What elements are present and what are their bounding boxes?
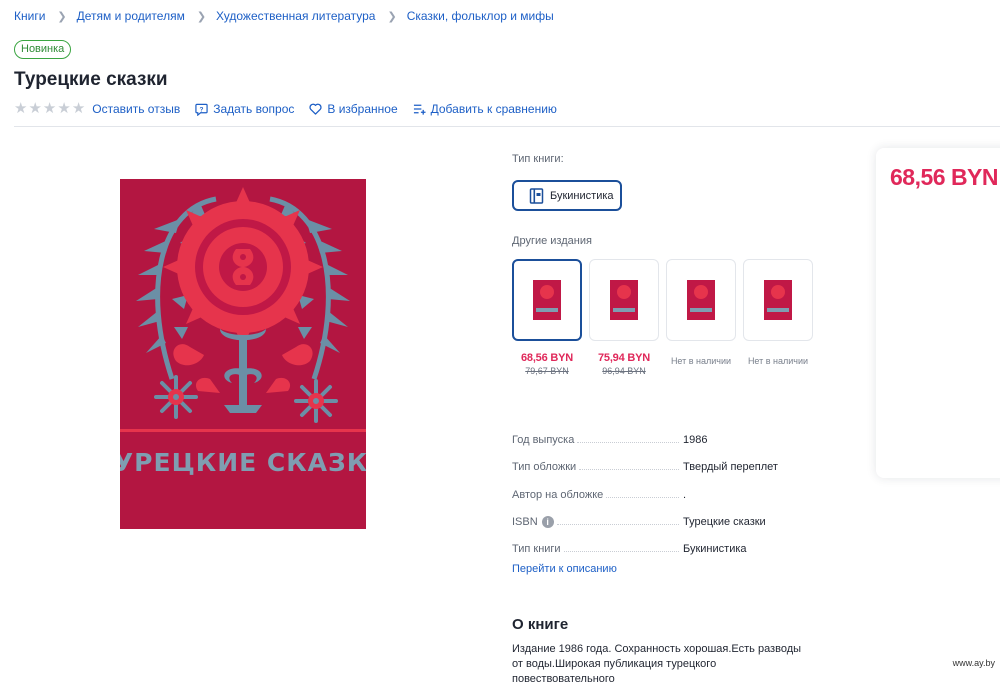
product-actions: ★ ★ ★ ★ ★ Оставить отзыв ? Задать вопрос… bbox=[14, 101, 572, 117]
leave-review-link[interactable]: Оставить отзыв bbox=[92, 102, 180, 116]
edition-cover-icon bbox=[533, 280, 561, 320]
edition-price: 75,94 BYN bbox=[597, 352, 650, 364]
info-icon[interactable]: i bbox=[541, 515, 554, 528]
edition-cover-icon bbox=[610, 280, 638, 320]
spec-row: Год выпуска 1986 bbox=[512, 419, 842, 446]
ask-question-link[interactable]: ? Задать вопрос bbox=[195, 102, 294, 116]
other-editions-label: Другие издания bbox=[512, 235, 592, 247]
current-price: 68,56 BYN bbox=[890, 164, 999, 190]
price-panel: 68,56 BYN bbox=[876, 148, 1000, 478]
compare-icon bbox=[413, 104, 426, 115]
spec-label: Автор на обложке bbox=[512, 488, 604, 501]
watermark: www.ay.by bbox=[952, 658, 995, 668]
spec-value: . bbox=[683, 488, 687, 501]
star-icon: ★ bbox=[14, 100, 28, 117]
spec-label: Год выпуска bbox=[512, 434, 575, 447]
edition-price: 68,56 BYN bbox=[520, 352, 573, 364]
snowflake-ornament bbox=[154, 375, 198, 419]
edition-item[interactable]: 68,56 BYN 79,67 BYN bbox=[512, 259, 582, 376]
new-badge: Новинка bbox=[14, 40, 72, 59]
heart-icon bbox=[309, 103, 322, 115]
star-icon: ★ bbox=[71, 100, 86, 117]
about-book-text: Издание 1986 года. Сохранность хорошая.Е… bbox=[512, 643, 802, 685]
spec-value: 1986 bbox=[683, 434, 708, 447]
edition-item[interactable]: Нет в наличии bbox=[666, 259, 736, 376]
edition-thumbnail[interactable] bbox=[589, 259, 659, 341]
spec-value: Букинистика bbox=[683, 542, 747, 555]
add-to-compare-link[interactable]: Добавить к сравнению bbox=[413, 102, 557, 116]
add-to-compare-label: Добавить к сравнению bbox=[430, 102, 557, 116]
spec-value: Твердый переплет bbox=[683, 461, 778, 474]
star-icon: ★ bbox=[42, 100, 57, 117]
cover-rosette bbox=[163, 187, 323, 347]
page-title: Турецкие сказки bbox=[14, 69, 168, 90]
book-type-option-label: Букинистика bbox=[550, 189, 614, 202]
chevron-right-icon: ❯ bbox=[387, 10, 397, 23]
add-to-favorites-link[interactable]: В избранное bbox=[309, 102, 398, 116]
spec-label: ISBN bbox=[512, 515, 538, 528]
rating-stars[interactable]: ★ ★ ★ ★ ★ bbox=[14, 101, 85, 117]
breadcrumb-item-kids[interactable]: Детям и родителям bbox=[77, 9, 185, 23]
edition-item[interactable]: Нет в наличии bbox=[743, 259, 813, 376]
edition-old-price: 79,67 BYN bbox=[525, 366, 569, 376]
book-cover-image[interactable]: ТУРЕЦКИЕ СКАЗКИ bbox=[120, 179, 366, 529]
chevron-right-icon: ❯ bbox=[57, 10, 67, 23]
breadcrumb-item-tales[interactable]: Сказки, фольклор и мифы bbox=[407, 9, 554, 23]
spec-row: Тип книги Букинистика bbox=[512, 528, 842, 555]
edition-old-price: 96,94 BYN bbox=[602, 366, 646, 376]
breadcrumb-item-fiction[interactable]: Художественная литература bbox=[216, 9, 375, 23]
svg-text:?: ? bbox=[200, 106, 204, 113]
divider bbox=[14, 126, 1000, 127]
snowflake-ornament bbox=[294, 379, 338, 423]
specs-table: Год выпуска 1986 Тип обложки Твердый пер… bbox=[512, 419, 842, 555]
ask-question-label: Задать вопрос bbox=[213, 102, 295, 116]
spec-label: Тип обложки bbox=[512, 461, 577, 474]
edition-cover-icon bbox=[764, 280, 792, 320]
spec-row: Тип обложки Твердый переплет bbox=[512, 446, 842, 473]
spec-row: ISBN i Турецкие сказки bbox=[512, 501, 842, 528]
star-icon: ★ bbox=[57, 100, 71, 117]
spec-label: Тип книги bbox=[512, 542, 561, 555]
chevron-right-icon: ❯ bbox=[196, 10, 207, 23]
edition-status: Нет в наличии bbox=[670, 356, 732, 366]
go-to-description-link[interactable]: Перейти к описанию bbox=[512, 563, 617, 575]
spec-value: Турецкие сказки bbox=[683, 515, 766, 528]
edition-thumbnail[interactable] bbox=[743, 259, 813, 341]
other-editions-list: 68,56 BYN 79,67 BYN 75,94 BYN 96,94 BYN … bbox=[512, 259, 813, 376]
cover-title-text: ТУРЕЦКИЕ СКАЗКИ bbox=[120, 448, 366, 477]
add-to-favorites-label: В избранное bbox=[327, 102, 398, 116]
edition-thumbnail[interactable] bbox=[512, 259, 582, 341]
about-book-heading: О книге bbox=[512, 616, 569, 633]
edition-status: Нет в наличии bbox=[747, 356, 809, 366]
breadcrumb: Книги ❯ Детям и родителям ❯ Художественн… bbox=[14, 9, 554, 23]
edition-thumbnail[interactable] bbox=[666, 259, 736, 341]
breadcrumb-item-books[interactable]: Книги bbox=[14, 9, 45, 23]
edition-cover-icon bbox=[687, 280, 715, 320]
question-icon: ? bbox=[195, 103, 208, 116]
book-type-option-button[interactable]: Букинистика bbox=[512, 180, 622, 211]
spec-row: Автор на обложке . bbox=[512, 473, 842, 501]
star-icon: ★ bbox=[28, 100, 42, 117]
book-type-label: Тип книги: bbox=[512, 153, 564, 165]
edition-item[interactable]: 75,94 BYN 96,94 BYN bbox=[589, 259, 659, 376]
book-icon bbox=[529, 187, 544, 204]
